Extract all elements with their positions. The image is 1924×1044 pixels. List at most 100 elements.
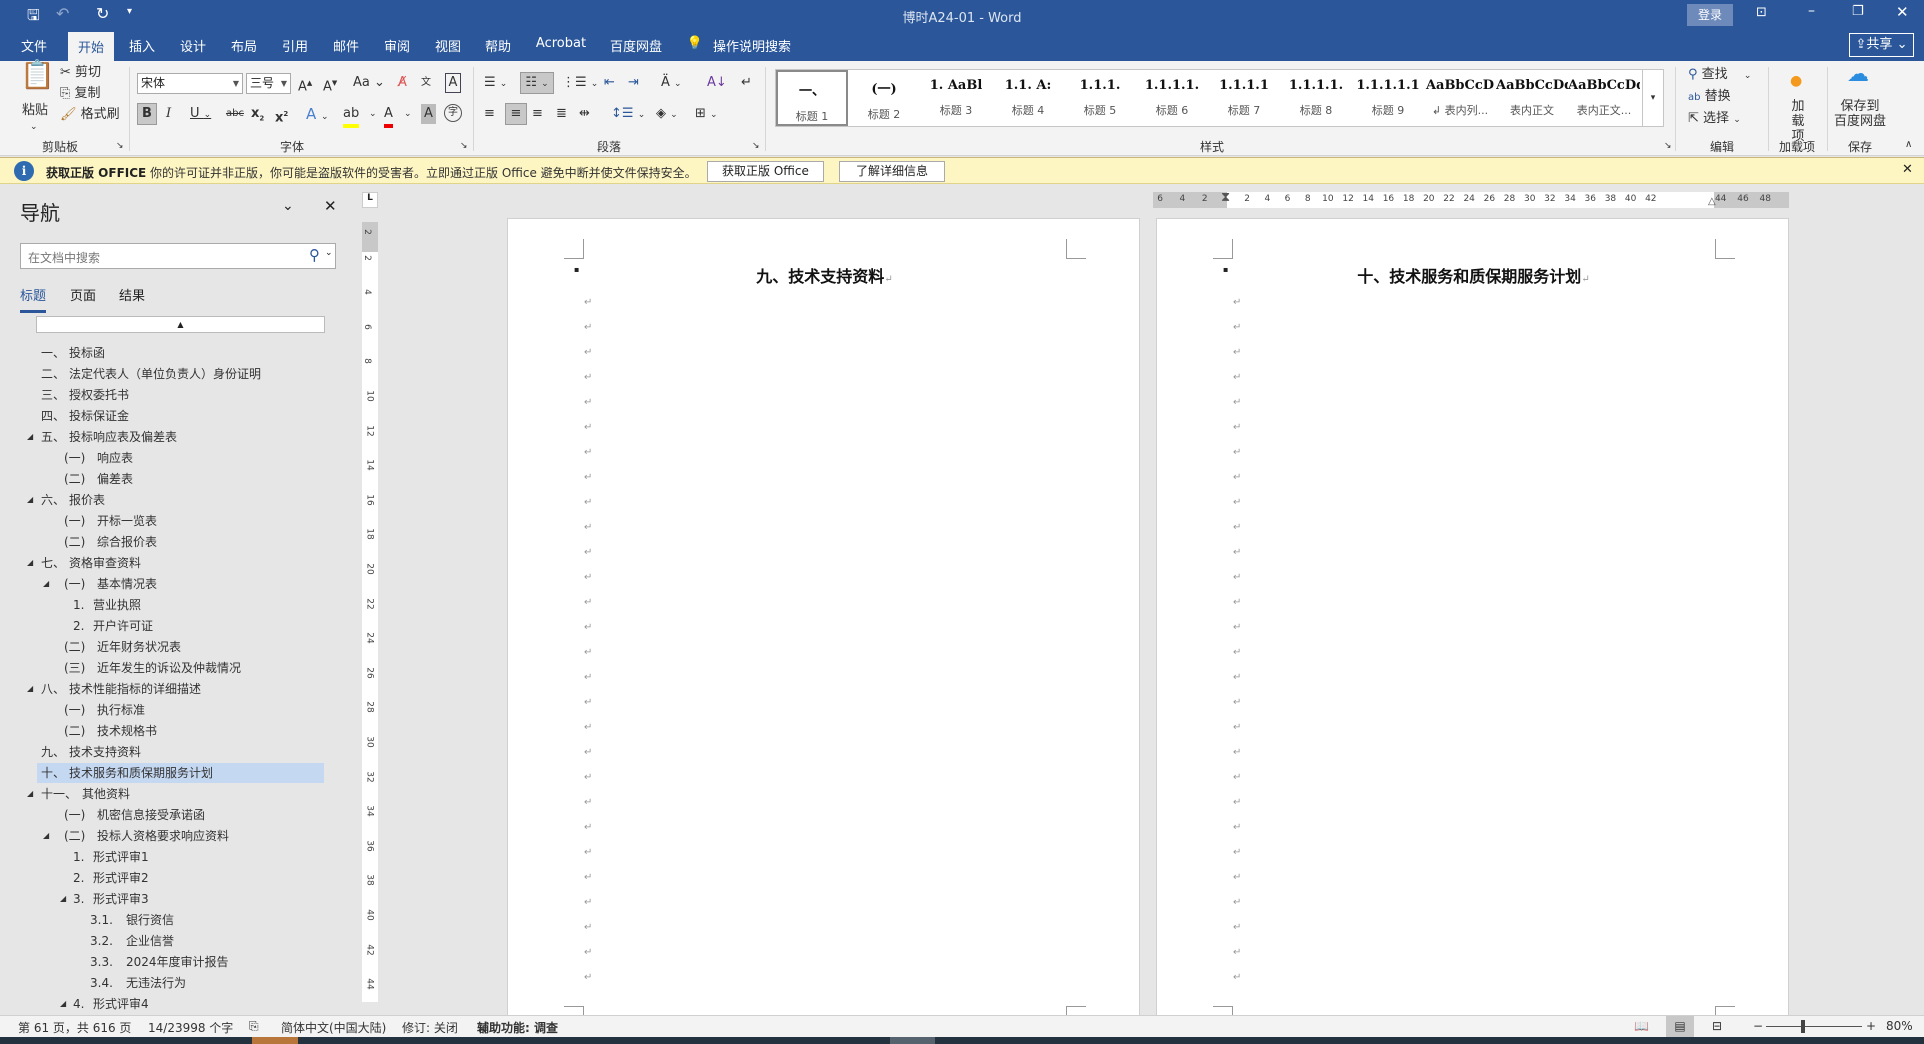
chinese-layout-icon[interactable]: Ä ⌄ (661, 73, 682, 94)
nav-heading-item[interactable]: ◢ 六、 报价表 (6, 490, 336, 510)
nav-heading-item[interactable]: 1. 营业执照 (6, 595, 336, 615)
print-layout-icon[interactable]: ▤ (1666, 1016, 1694, 1037)
nav-heading-item[interactable]: (一) 开标一览表 (6, 511, 336, 531)
expand-triangle-icon[interactable]: ◢ (27, 784, 33, 804)
style-11[interactable]: AaBbCcDdI 表内正文 (1496, 70, 1568, 126)
line-spacing-icon[interactable]: ↕☰ ⌄ (611, 104, 645, 125)
tab-insert[interactable]: 插入 (129, 36, 155, 55)
nav-heading-item[interactable]: (二) 综合报价表 (6, 532, 336, 552)
font-color-icon[interactable]: A (384, 104, 393, 128)
learn-more-button[interactable]: 了解详细信息 (839, 161, 946, 182)
expand-triangle-icon[interactable]: ◢ (27, 490, 33, 510)
zoom-in-button[interactable]: + (1866, 1019, 1876, 1033)
nav-heading-item[interactable]: ◢ (一) 基本情况表 (6, 574, 336, 594)
expand-triangle-icon[interactable]: ◢ (27, 427, 33, 447)
baidu-netdisk-icon[interactable]: ☁ (1847, 64, 1869, 86)
align-left-icon[interactable]: ≡ (484, 104, 495, 124)
nav-heading-item[interactable]: (二) 技术规格书 (6, 721, 336, 741)
font-launcher-icon[interactable]: ↘ (460, 136, 468, 156)
expand-triangle-icon[interactable]: ◢ (27, 679, 33, 699)
ribbon-display-icon[interactable]: ⊡ (1756, 5, 1767, 20)
minimize-icon[interactable]: – (1808, 3, 1815, 19)
align-right-icon[interactable]: ≡ (532, 104, 543, 124)
vertical-ruler[interactable]: 2 2 4 6 8 10 12 14 16 18 20 22 24 26 28 30 32 34 36 38 40 42 4… (362, 222, 378, 1002)
page-right[interactable]: ▪ 十、技术服务和质保期服务计划↵ ↵ ↵ ↵ ↵ ↵ ↵ ↵ ↵ ↵ ↵ ↵ ↵ ↵ ↵ ↵ ↵ ↵ ↵ ↵ ↵ ↵ ↵ ↵ ↵… (1156, 218, 1790, 1026)
style-4[interactable]: 1.1. A: 标题 4 (992, 70, 1064, 126)
zoom-level[interactable]: 80% (1886, 1019, 1913, 1033)
clear-formatting-icon[interactable]: A̸ (398, 73, 407, 93)
nav-close-icon[interactable]: ✕ (324, 197, 337, 215)
page-count[interactable]: 第 61 页，共 616 页 (18, 1019, 131, 1036)
proofing-icon[interactable]: ⎘ (249, 1019, 259, 1034)
style-5[interactable]: 1.1.1. 标题 5 (1064, 70, 1136, 126)
nav-heading-item[interactable]: (三) 近年发生的诉讼及仲裁情况 (6, 658, 336, 678)
taskbar-app[interactable] (252, 1037, 298, 1044)
right-indent-marker-icon[interactable]: △ (1708, 196, 1716, 207)
enclose-characters-icon[interactable]: 字 (444, 104, 462, 122)
styles-launcher-icon[interactable]: ↘ (1664, 136, 1672, 156)
share-button[interactable]: ⇪共享 ⌄ (1849, 33, 1914, 57)
multilevel-list-icon[interactable]: ⋮☰ ⌄ (562, 73, 598, 94)
indent-marker-icon[interactable]: ⧗ (1221, 190, 1230, 205)
grow-font-icon[interactable]: A▲ (298, 73, 312, 97)
tab-home[interactable]: 开始 (67, 32, 115, 61)
nav-heading-item[interactable]: (一) 机密信息接受承诺函 (6, 805, 336, 825)
search-options-icon[interactable]: ⌄ (325, 248, 333, 258)
underline-button[interactable]: U ⌄ (190, 104, 211, 125)
tab-layout[interactable]: 布局 (231, 36, 257, 55)
nav-heading-item[interactable]: (二) 近年财务状况表 (6, 637, 336, 657)
nav-heading-item[interactable]: 3.4. 无违法行为 (6, 973, 336, 993)
tab-baidu-netdisk[interactable]: 百度网盘 (610, 36, 662, 55)
increase-indent-icon[interactable]: ⇥ (628, 73, 639, 93)
style-7[interactable]: 1.1.1.1 标题 7 (1208, 70, 1280, 126)
save-to-baidu-button[interactable]: 保存到 百度网盘 (1834, 99, 1886, 129)
nav-heading-item[interactable]: 3.1. 银行资信 (6, 910, 336, 930)
nav-heading-item[interactable]: 3.3. 2024年度审计报告 (6, 952, 336, 972)
style-10[interactable]: AaBbCcD ↲ 表内列... (1424, 70, 1496, 126)
expand-triangle-icon[interactable]: ◢ (60, 889, 66, 909)
styles-more-icon[interactable]: ▾ (1642, 69, 1664, 127)
zoom-slider[interactable] (1766, 1026, 1862, 1027)
highlight-icon[interactable]: ab (343, 104, 360, 128)
phonetic-guide-icon[interactable]: 文 (421, 73, 431, 93)
nav-heading-item[interactable]: 三、 授权委托书 (6, 385, 336, 405)
track-changes[interactable]: 修订: 关闭 (402, 1019, 458, 1036)
sort-icon[interactable]: A↓ (707, 73, 727, 93)
close-bar-icon[interactable]: ✕ (1902, 162, 1913, 177)
restore-icon[interactable]: ❐ (1852, 4, 1864, 19)
style-12[interactable]: AaBbCcDdI 表内正文... (1568, 70, 1640, 126)
nav-heading-item[interactable]: 二、 法定代表人（单位负责人）身份证明 (6, 364, 336, 384)
page-heading[interactable]: 十、技术服务和质保期服务计划↵ (1157, 263, 1790, 287)
word-count[interactable]: 14/23998 个字 (148, 1019, 233, 1036)
tab-file[interactable]: 文件 (21, 36, 47, 55)
nav-heading-item[interactable]: 四、 投标保证金 (6, 406, 336, 426)
character-shading-icon[interactable]: A (421, 104, 436, 124)
nav-heading-item[interactable]: (二) 偏差表 (6, 469, 336, 489)
accessibility[interactable]: ♿ 辅助功能: 调查 (477, 1019, 558, 1036)
subscript-button[interactable]: x2 (251, 104, 264, 129)
zoom-slider-thumb[interactable] (1801, 1020, 1806, 1033)
horizontal-ruler[interactable]: 6 4 2 2 4 6 8 10 12 14 16 18 20 22 24 26 28 30 32 34 36 38 40 4… (1153, 190, 1789, 208)
nav-heading-item[interactable]: ◢ 七、 资格审查资料 (6, 553, 336, 573)
nav-heading-item[interactable]: 3.2. 企业信誉 (6, 931, 336, 951)
style-1[interactable]: 一、 标题 1 (776, 70, 848, 126)
tab-acrobat[interactable]: Acrobat (536, 36, 586, 51)
paste-dropdown-icon[interactable]: ⌄ (30, 117, 38, 137)
expand-triangle-icon[interactable]: ◢ (43, 574, 49, 594)
distributed-icon[interactable]: ⇹ (579, 104, 590, 124)
copy-button[interactable]: ⎘ 复制 (60, 84, 101, 104)
read-mode-icon[interactable]: 📖 (1634, 1019, 1649, 1033)
numbering-icon[interactable]: ☷ ⌄ (520, 72, 554, 94)
close-icon[interactable]: ✕ (1896, 3, 1909, 21)
expand-triangle-icon[interactable]: ◢ (27, 553, 33, 573)
language[interactable]: 简体中文(中国大陆) (281, 1019, 386, 1036)
login-button[interactable]: 登录 (1687, 4, 1733, 26)
page-heading[interactable]: 九、技术支持资料↵ (508, 263, 1141, 287)
tab-references[interactable]: 引用 (282, 36, 308, 55)
strikethrough-button[interactable]: abc (226, 104, 244, 124)
nav-heading-item[interactable]: ◢ (二) 投标人资格要求响应资料 (6, 826, 336, 846)
nav-heading-item[interactable]: ◢ 十一、 其他资料 (6, 784, 336, 804)
style-8[interactable]: 1.1.1.1. 标题 8 (1280, 70, 1352, 126)
page-left[interactable]: ▪ 九、技术支持资料↵ ↵ ↵ ↵ ↵ ↵ ↵ ↵ ↵ ↵ ↵ ↵ ↵ ↵ ↵ ↵ ↵ ↵ ↵ ↵ ↵ ↵ ↵ ↵ ↵ ↵ ↵ ↵ ↵ (507, 218, 1141, 1026)
tab-selector[interactable]: L (362, 192, 378, 208)
